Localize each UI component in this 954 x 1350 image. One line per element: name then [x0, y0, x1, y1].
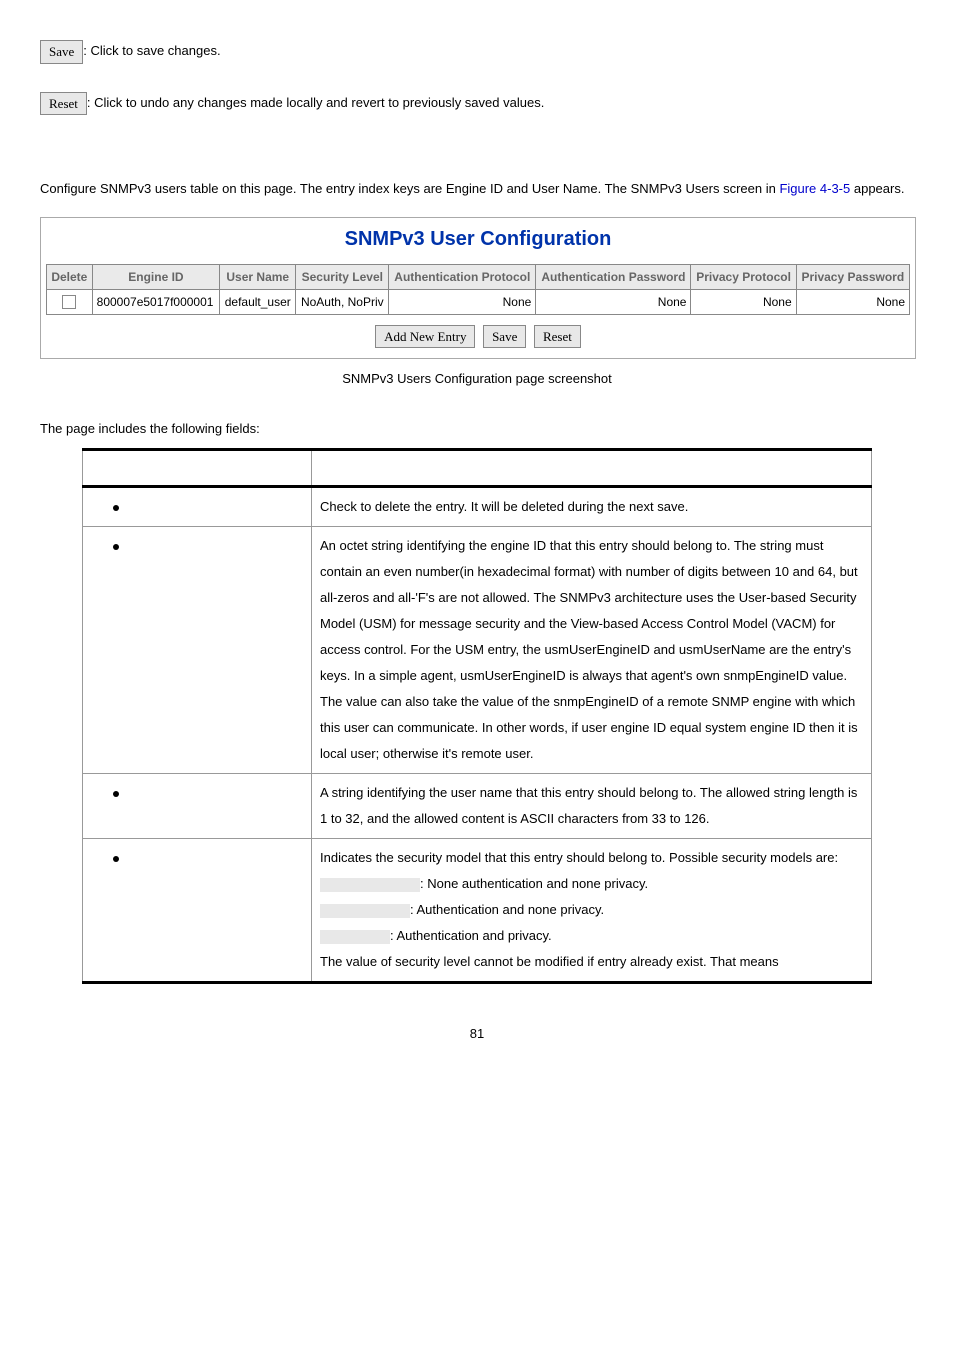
reset-desc-text: : Click to undo any changes made locally…	[87, 95, 544, 110]
intro-paragraph: Configure SNMPv3 users table on this pag…	[40, 175, 914, 204]
cell-priv-protocol: None	[691, 289, 796, 314]
cell-user-name: default_user	[220, 289, 296, 314]
save-desc-text: : Click to save changes.	[83, 43, 220, 58]
config-title: SNMPv3 User Configuration	[41, 218, 915, 264]
bullet-icon	[113, 505, 119, 511]
bullet-icon	[113, 544, 119, 550]
col-security-level: Security Level	[296, 264, 389, 289]
save-button[interactable]: Save	[40, 40, 83, 64]
save-button-2[interactable]: Save	[483, 325, 526, 349]
user-name-description: A string identifying the user name that …	[312, 774, 872, 839]
col-priv-password: Privacy Password	[796, 264, 909, 289]
cell-security-level: NoAuth, NoPriv	[296, 289, 389, 314]
intro-text-1: Configure SNMPv3 users table on this pag…	[40, 181, 779, 196]
seclevel-note: The value of security level cannot be mo…	[320, 954, 779, 969]
page-number: 81	[40, 1024, 914, 1044]
option-label-noauth-nopriv	[320, 878, 420, 892]
fields-intro: The page includes the following fields:	[40, 419, 914, 439]
col-delete: Delete	[47, 264, 93, 289]
table-row: 800007e5017f000001 default_user NoAuth, …	[47, 289, 910, 314]
snmpv3-users-table: Delete Engine ID User Name Security Leve…	[46, 264, 910, 315]
cell-engine-id: 800007e5017f000001	[92, 289, 220, 314]
fields-header-object	[83, 450, 312, 487]
cell-auth-protocol: None	[389, 289, 536, 314]
col-user-name: User Name	[220, 264, 296, 289]
figure-link[interactable]: Figure 4-3-5	[779, 181, 850, 196]
field-row-user-name: A string identifying the user name that …	[83, 774, 872, 839]
field-row-delete: Check to delete the entry. It will be de…	[83, 487, 872, 527]
cell-auth-password: None	[536, 289, 691, 314]
fields-header-desc	[312, 450, 872, 487]
col-auth-password: Authentication Password	[536, 264, 691, 289]
seclevel-opt3: : Authentication and privacy.	[390, 928, 552, 943]
security-level-description: Indicates the security model that this e…	[312, 839, 872, 983]
engine-id-description: An octet string identifying the engine I…	[312, 527, 872, 774]
option-label-auth-nopriv	[320, 904, 410, 918]
col-priv-protocol: Privacy Protocol	[691, 264, 796, 289]
add-new-entry-button[interactable]: Add New Entry	[375, 325, 475, 349]
field-row-security-level: Indicates the security model that this e…	[83, 839, 872, 983]
delete-description: Check to delete the entry. It will be de…	[312, 487, 872, 527]
seclevel-opt2: : Authentication and none privacy.	[410, 902, 604, 917]
seclevel-opt1: : None authentication and none privacy.	[420, 876, 648, 891]
snmpv3-config-panel: SNMPv3 User Configuration Delete Engine …	[40, 217, 916, 360]
delete-checkbox[interactable]	[62, 295, 76, 309]
screenshot-caption: SNMPv3 Users Configuration page screensh…	[40, 369, 914, 389]
reset-button[interactable]: Reset	[40, 92, 87, 116]
seclevel-intro: Indicates the security model that this e…	[320, 850, 838, 865]
col-auth-protocol: Authentication Protocol	[389, 264, 536, 289]
fields-description-table: Check to delete the entry. It will be de…	[82, 448, 872, 984]
reset-button-2[interactable]: Reset	[534, 325, 581, 349]
bullet-icon	[113, 791, 119, 797]
cell-priv-password: None	[796, 289, 909, 314]
option-label-auth-priv	[320, 930, 390, 944]
action-button-row: Add New Entry Save Reset	[41, 315, 915, 359]
reset-button-description: Reset: Click to undo any changes made lo…	[40, 92, 914, 116]
bullet-icon	[113, 856, 119, 862]
intro-text-2: appears.	[850, 181, 904, 196]
col-engine-id: Engine ID	[92, 264, 220, 289]
save-button-description: Save: Click to save changes.	[40, 40, 914, 64]
field-row-engine-id: An octet string identifying the engine I…	[83, 527, 872, 774]
